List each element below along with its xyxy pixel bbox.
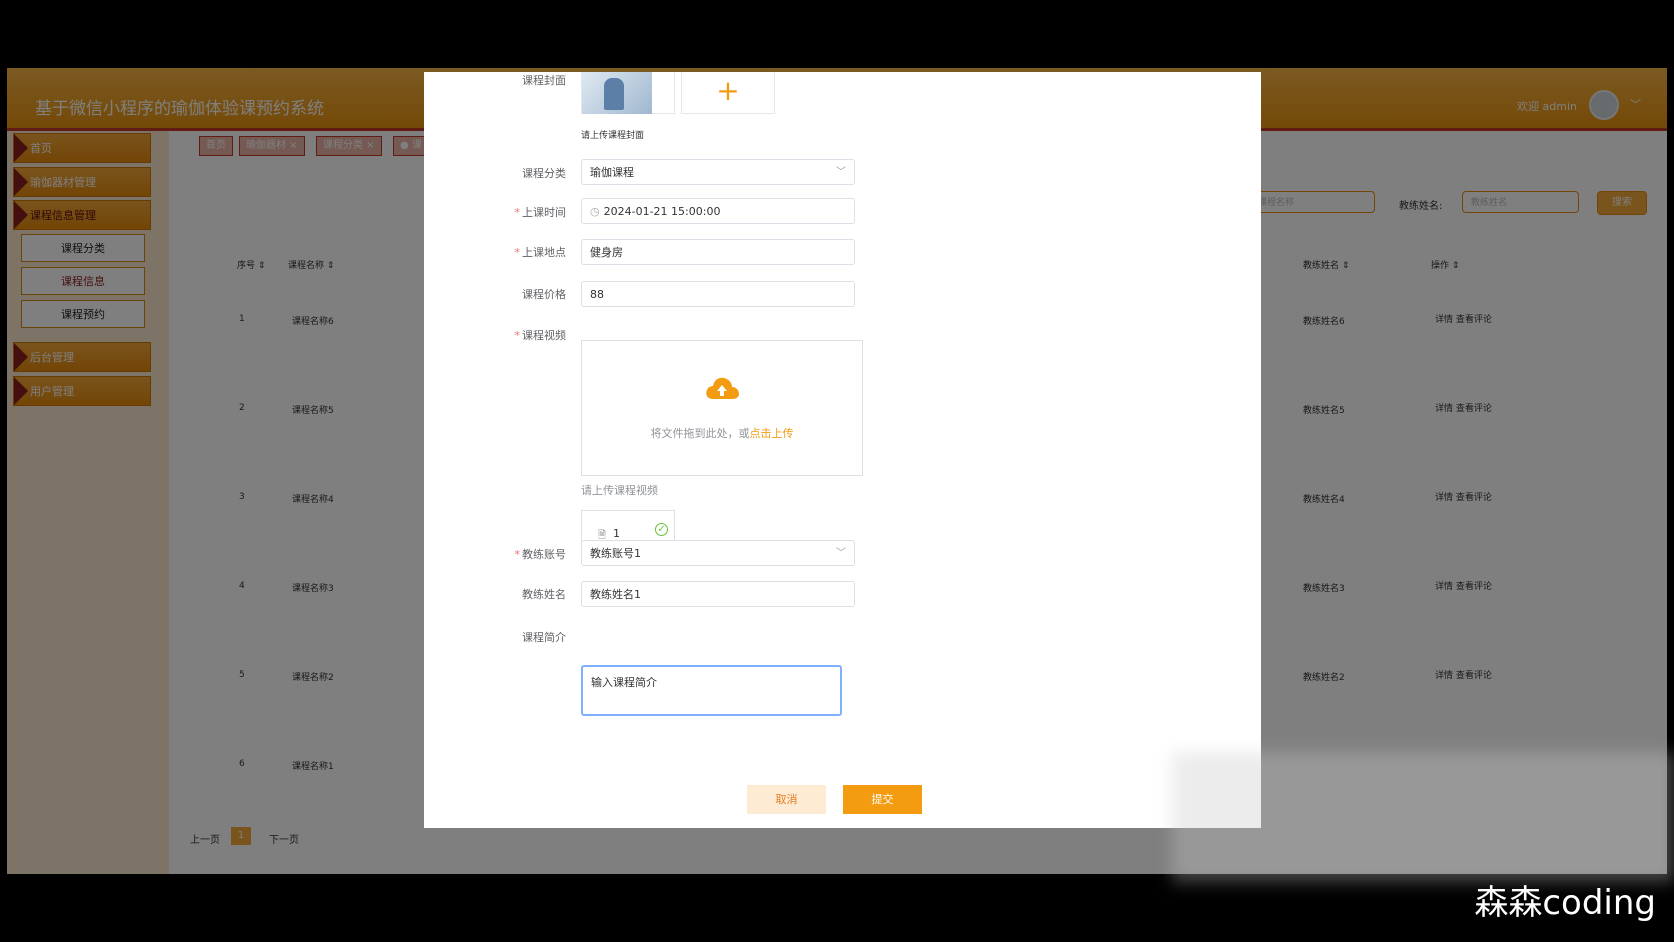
- chevron-down-icon: ﹀: [836, 167, 846, 178]
- required-mark: *: [514, 246, 521, 259]
- required-mark: *: [514, 329, 521, 342]
- coach-name-input[interactable]: 教练姓名1: [581, 581, 855, 607]
- success-check-icon: ✓: [655, 523, 668, 536]
- intro-textarea[interactable]: 输入课程简介: [581, 665, 842, 716]
- price-input[interactable]: 88: [581, 281, 855, 307]
- intro-label: 课程简介: [522, 631, 566, 644]
- watermark-text: 森森coding: [1474, 883, 1656, 923]
- cover-hint: 请上传课程封面: [581, 131, 645, 141]
- price-label: 课程价格: [522, 288, 566, 301]
- upload-text: 将文件拖到此处，或: [650, 427, 750, 440]
- submit-button[interactable]: 提交: [843, 785, 922, 814]
- chevron-down-icon: ﹀: [836, 548, 846, 559]
- video-label: * 课程视频: [515, 327, 567, 343]
- required-mark: *: [514, 206, 521, 219]
- watermark-blur: [1172, 752, 1674, 882]
- time-label: * 上课时间: [515, 204, 567, 220]
- file-name: 1: [613, 527, 620, 540]
- cancel-button[interactable]: 取消: [747, 785, 826, 814]
- cover-label: 课程封面: [522, 74, 566, 87]
- upload-link[interactable]: 点击上传: [750, 427, 794, 440]
- place-label: * 上课地点: [515, 244, 567, 260]
- coach-name-label: 教练姓名: [522, 588, 566, 601]
- intro-value: 输入课程简介: [591, 676, 657, 689]
- cover-image-card[interactable]: [581, 72, 675, 114]
- clock-icon: ◷: [590, 205, 600, 218]
- cloud-upload-icon: [706, 377, 739, 399]
- place-input[interactable]: 健身房: [581, 239, 855, 265]
- time-label-text: 上课时间: [522, 206, 566, 219]
- coach-account-label: * 教练账号: [515, 546, 567, 562]
- coach-account-select[interactable]: 教练账号1 ﹀: [581, 540, 855, 566]
- add-cover-button[interactable]: +: [681, 72, 775, 114]
- video-upload-dropzone[interactable]: 将文件拖到此处，或点击上传: [581, 340, 863, 476]
- cover-image: [582, 72, 652, 114]
- place-label-text: 上课地点: [522, 246, 566, 259]
- video-hint: 请上传课程视频: [581, 484, 658, 497]
- time-value: 2024-01-21 15:00:00: [603, 205, 721, 218]
- time-picker[interactable]: ◷ 2024-01-21 15:00:00: [581, 198, 855, 224]
- video-label-text: 课程视频: [522, 329, 566, 342]
- category-value: 瑜伽课程: [590, 166, 634, 179]
- upload-instructions: 将文件拖到此处，或点击上传: [582, 425, 862, 441]
- category-label: 课程分类: [522, 167, 566, 180]
- coach-account-label-text: 教练账号: [522, 548, 566, 561]
- coach-account-value: 教练账号1: [590, 547, 641, 560]
- required-mark: *: [514, 548, 521, 561]
- course-edit-dialog: 课程封面 + 请上传课程封面 课程分类 瑜伽课程 ﹀ * 上课时间 ◷ 2024-01…: [424, 72, 1261, 828]
- category-select[interactable]: 瑜伽课程 ﹀: [581, 159, 855, 185]
